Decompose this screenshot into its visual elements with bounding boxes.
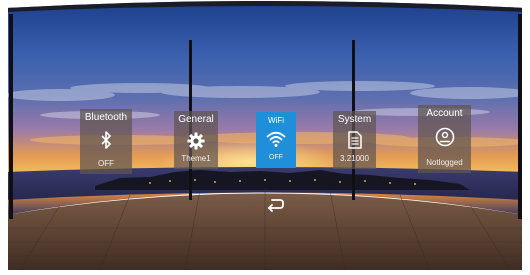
bluetooth-icon bbox=[80, 131, 132, 149]
system-version: 3.21000 bbox=[340, 154, 369, 163]
bluetooth-status: OFF bbox=[98, 159, 114, 168]
back-button[interactable] bbox=[262, 196, 288, 214]
back-arrow-icon bbox=[268, 199, 284, 212]
wifi-title: WiFi bbox=[268, 116, 284, 125]
document-icon bbox=[333, 131, 376, 149]
vr-settings-screen: Bluetooth OFF General Theme1 WiFi OFF Sy… bbox=[0, 0, 530, 275]
general-tile[interactable]: General Theme1 bbox=[174, 111, 218, 169]
gear-icon bbox=[174, 132, 218, 150]
wifi-icon bbox=[256, 130, 296, 148]
general-theme: Theme1 bbox=[181, 154, 211, 163]
bluetooth-title: Bluetooth bbox=[84, 112, 128, 123]
account-tile[interactable]: Account Notlogged bbox=[418, 105, 471, 173]
wifi-status: OFF bbox=[269, 154, 283, 161]
bluetooth-tile[interactable]: Bluetooth OFF bbox=[80, 109, 132, 174]
general-title: General bbox=[178, 114, 214, 125]
account-status: Notlogged bbox=[426, 158, 463, 167]
system-tile[interactable]: System 3.21000 bbox=[333, 111, 376, 169]
wifi-tile[interactable]: WiFi OFF bbox=[256, 112, 296, 168]
account-title: Account bbox=[426, 108, 463, 119]
account-icon bbox=[418, 127, 471, 147]
system-title: System bbox=[337, 114, 372, 125]
